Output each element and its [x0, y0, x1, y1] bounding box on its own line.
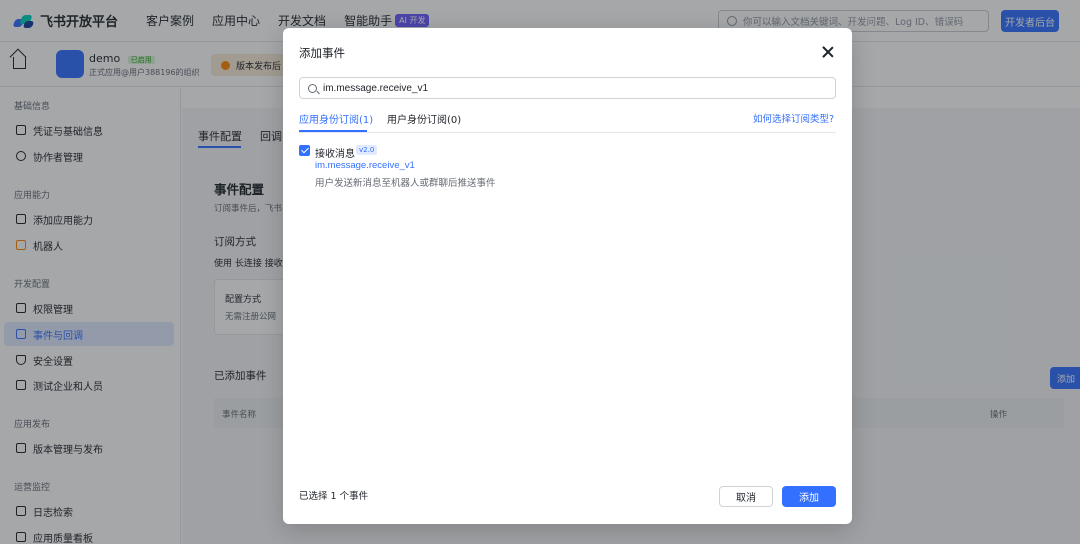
event-checkbox[interactable] [299, 145, 310, 156]
add-button[interactable]: 添加 [782, 486, 836, 507]
tab-user-subscription[interactable]: 用户身份订阅(0) [387, 111, 461, 126]
close-icon[interactable] [820, 44, 836, 60]
cancel-button[interactable]: 取消 [719, 486, 773, 507]
event-key: im.message.receive_v1 [315, 160, 415, 171]
search-icon [308, 83, 317, 93]
event-version-badge: v2.0 [356, 145, 378, 155]
tab-app-subscription[interactable]: 应用身份订阅(1) [299, 111, 373, 126]
event-search-input[interactable] [323, 82, 823, 94]
tab-active-indicator [299, 130, 367, 132]
event-search-field[interactable] [299, 77, 836, 99]
dialog-title: 添加事件 [299, 46, 345, 60]
subscription-help-link[interactable]: 如何选择订阅类型? [753, 111, 834, 125]
add-event-dialog: 添加事件 应用身份订阅(1) 用户身份订阅(0) 如何选择订阅类型? 接收消息 … [283, 28, 852, 524]
subscription-tabs: 应用身份订阅(1) 用户身份订阅(0) 如何选择订阅类型? [299, 108, 836, 133]
event-name: 接收消息 [315, 149, 355, 160]
selected-count: 已选择 1 个事件 [299, 491, 369, 502]
event-description: 用户发送新消息至机器人或群聊后推送事件 [315, 178, 496, 189]
